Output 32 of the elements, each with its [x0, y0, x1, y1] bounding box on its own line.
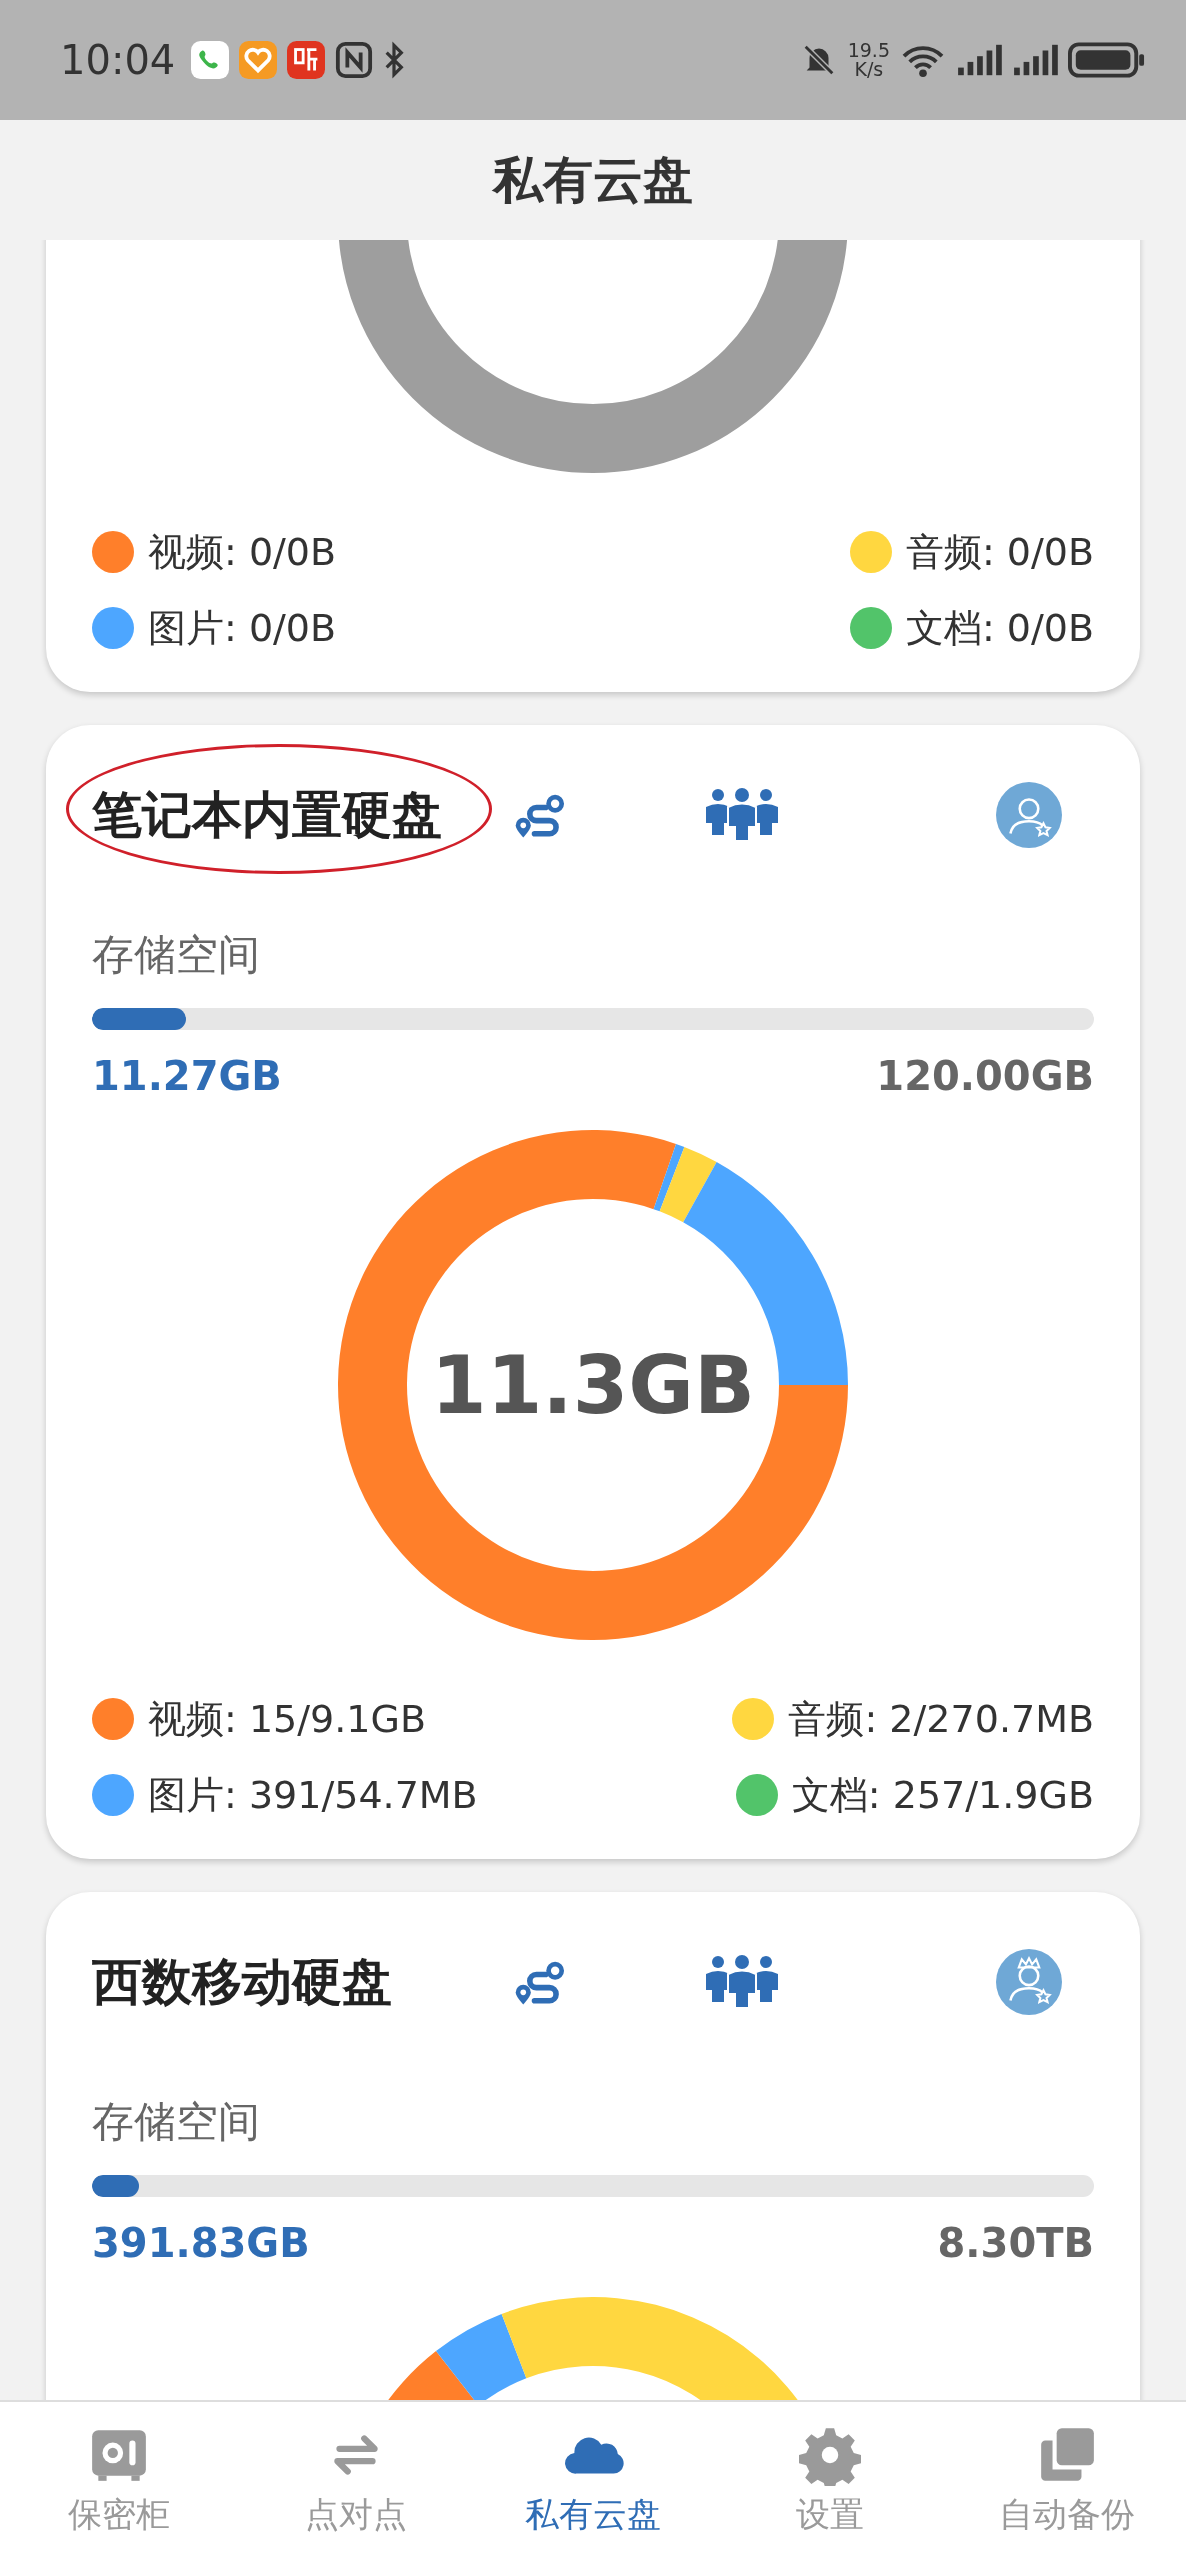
legend-label: 图片: 391/54.7MB: [148, 1771, 478, 1819]
total-space: 120.00GB: [876, 1052, 1094, 1101]
bluetooth-icon: [383, 41, 406, 79]
drive-title: 西数移动硬盘: [92, 1952, 392, 2011]
storage-label: 存储空间: [92, 2097, 261, 2147]
app-icon: [287, 41, 326, 79]
crowned-user-icon[interactable]: [996, 1949, 1062, 2015]
used-space: 11.27GB: [92, 1052, 282, 1101]
network-speed: 19.5 K/s: [847, 41, 890, 79]
nav-tab[interactable]: 自动备份: [948, 2402, 1186, 2560]
legend-label: 音频: 0/0B: [905, 528, 1094, 576]
page-title: 私有云盘: [493, 149, 693, 211]
total-size-label: 11.3GB: [431, 1338, 755, 1432]
nav-tab[interactable]: 设置: [711, 2402, 949, 2560]
legend-label: 图片: 0/0B: [148, 604, 337, 652]
battery-icon: [1068, 40, 1146, 80]
legend-label: 视频: 15/9.1GB: [148, 1695, 426, 1743]
heart-app-icon: [239, 41, 278, 79]
storage-label: 存储空间: [92, 930, 261, 980]
nav-tab[interactable]: 保密柜: [0, 2402, 238, 2560]
total-space: 8.30TB: [937, 2219, 1094, 2268]
legend-label: 音频: 2/270.7MB: [788, 1695, 1094, 1743]
phone-app-icon: [191, 41, 230, 79]
nfc-icon: [335, 41, 374, 79]
used-space: 391.83GB: [92, 2219, 310, 2268]
nav-tab[interactable]: 点对点: [237, 2402, 475, 2560]
legend-label: 文档: 257/1.9GB: [791, 1771, 1094, 1819]
nav-tab[interactable]: 私有云盘: [474, 2402, 712, 2560]
drive-title: 笔记本内置硬盘: [92, 785, 442, 844]
status-time: 10:04: [60, 37, 176, 83]
legend-label: 视频: 0/0B: [148, 528, 337, 576]
legend-label: 文档: 0/0B: [905, 604, 1094, 652]
